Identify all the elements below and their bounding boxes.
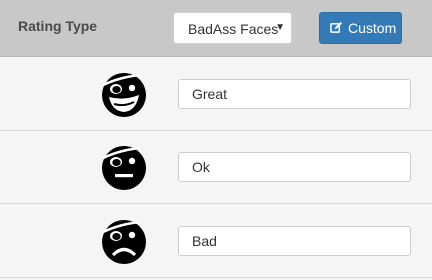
rating-input[interactable] <box>178 79 411 109</box>
caret-down-icon: ▼ <box>275 22 285 33</box>
pirate-frown-face-icon <box>102 220 146 264</box>
rating-type-select-value: BadAss Faces <box>188 21 279 37</box>
custom-button[interactable]: Custom <box>319 12 402 44</box>
custom-button-label: Custom <box>348 20 397 36</box>
pirate-neutral-face-icon <box>102 146 146 190</box>
rating-row <box>0 58 432 131</box>
rating-input[interactable] <box>178 152 411 182</box>
rating-type-select[interactable]: BadAss Faces ▼ <box>173 12 292 44</box>
rating-type-label: Rating Type <box>18 18 98 34</box>
pirate-grin-face-icon <box>102 73 146 117</box>
rating-row <box>0 205 432 278</box>
edit-square-icon <box>330 21 343 33</box>
rating-row <box>0 131 432 204</box>
rating-type-header: Rating Type BadAss Faces ▼ Custom <box>0 0 432 57</box>
rating-input[interactable] <box>178 226 411 256</box>
